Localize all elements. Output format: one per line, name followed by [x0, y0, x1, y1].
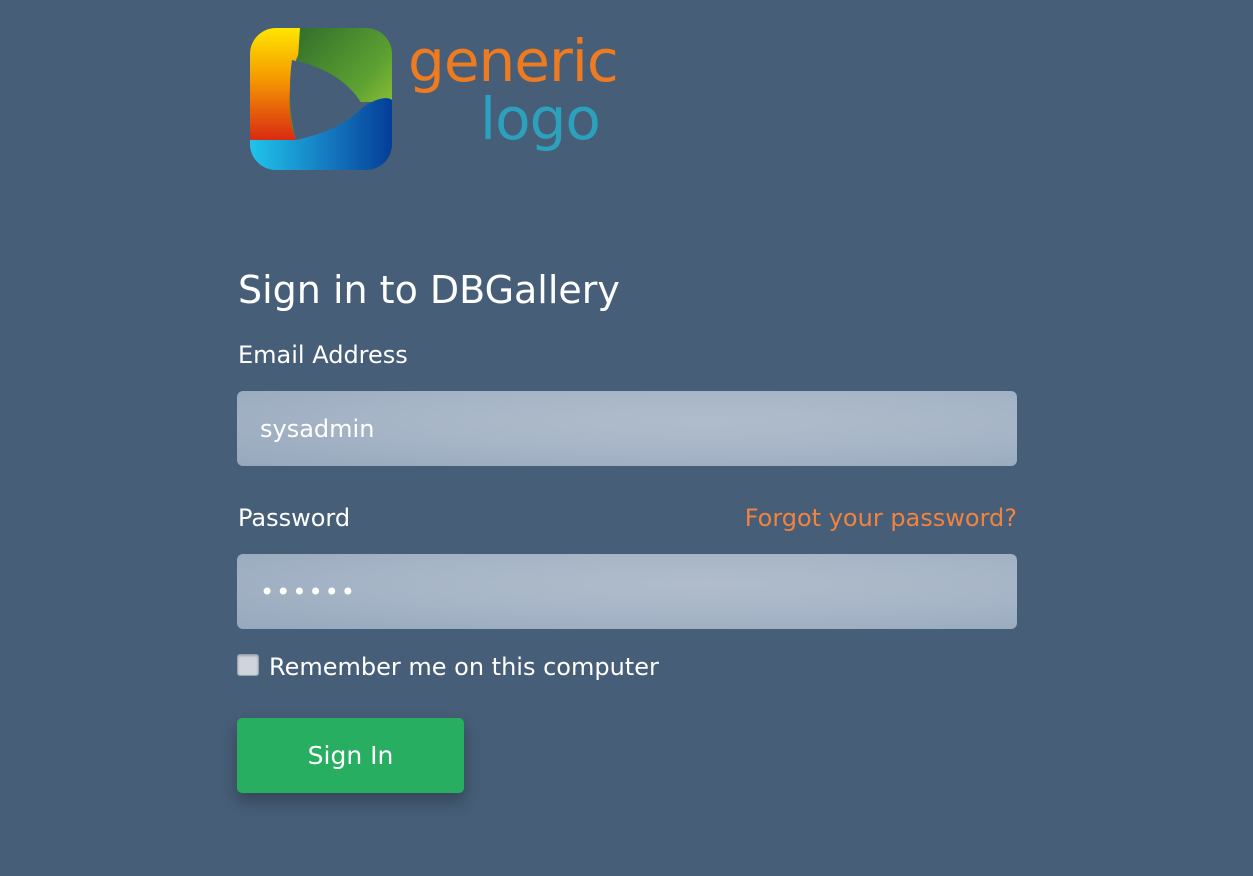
page-title: Sign in to DBGallery — [238, 268, 620, 312]
password-field[interactable] — [237, 554, 1017, 629]
email-field[interactable] — [237, 391, 1017, 466]
logo-text-logo: logo — [480, 85, 601, 153]
remember-me-row: Remember me on this computer — [237, 649, 659, 685]
forgot-password-link[interactable]: Forgot your password? — [745, 503, 1017, 533]
remember-me-label[interactable]: Remember me on this computer — [269, 652, 659, 682]
logo: generic logo — [250, 28, 650, 173]
remember-me-checkbox[interactable] — [237, 654, 259, 676]
password-label: Password — [238, 504, 351, 532]
email-label: Email Address — [238, 341, 408, 369]
sign-in-button[interactable]: Sign In — [237, 718, 464, 793]
logo-mark-icon — [250, 28, 392, 170]
